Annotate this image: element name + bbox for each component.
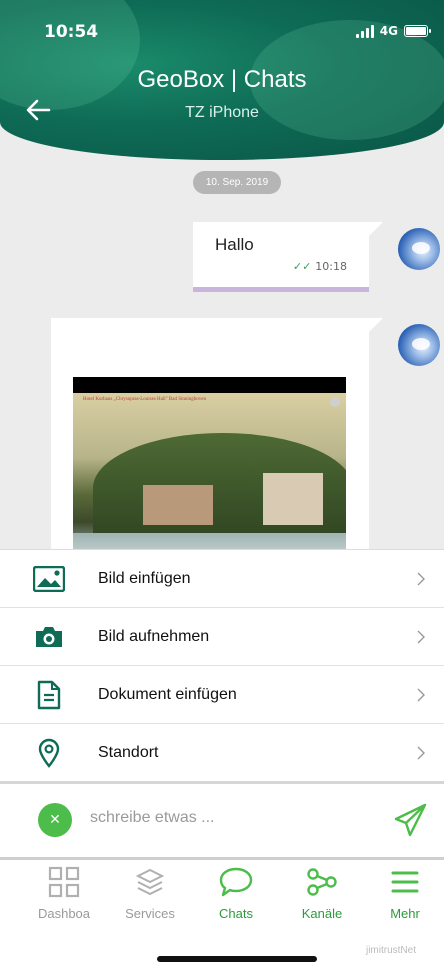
page-subtitle: TZ iPhone: [185, 104, 259, 121]
message-input[interactable]: schreibe etwas ...: [90, 809, 215, 827]
tab-label: Dashboa: [37, 906, 91, 921]
dashboard-icon: [48, 866, 80, 898]
tab-label: Kanäle: [301, 906, 343, 921]
tab-services[interactable]: Services: [110, 864, 190, 921]
tab-chats[interactable]: Chats: [196, 864, 276, 921]
chevron-right-icon: [417, 630, 425, 643]
message-meta: ✓✓ 10:18: [293, 260, 347, 273]
action-label: Bild einfügen: [98, 569, 191, 587]
chevron-right-icon: [417, 572, 425, 585]
avatar[interactable]: [398, 324, 440, 366]
status-bar: 10:54 4G: [0, 22, 444, 46]
photo-attachment[interactable]: Hotel Kurhaus „Chrysopras-Louises Hall" …: [73, 377, 346, 577]
home-indicator[interactable]: [157, 956, 317, 962]
message-time: 10:18: [315, 260, 347, 273]
action-label: Bild aufnehmen: [98, 627, 210, 645]
app-header: 10:54 4G GeoBox | Chats TZ iPhone: [0, 0, 444, 160]
bubble-tail: [369, 318, 383, 332]
services-icon: [135, 868, 165, 896]
share-icon: [307, 868, 337, 896]
watermark: jimitrustNet: [365, 945, 416, 956]
network-type: 4G: [379, 24, 398, 38]
photo-building: [263, 473, 323, 525]
date-divider: 10. Sep. 2019: [193, 171, 281, 194]
bubble-tail: [369, 222, 383, 236]
tab-label: Chats: [219, 906, 253, 921]
chevron-right-icon: [417, 746, 425, 759]
action-location[interactable]: Standort: [0, 724, 444, 782]
action-take-photo[interactable]: Bild aufnehmen: [0, 608, 444, 666]
page-title: GeoBox | Chats: [137, 66, 307, 93]
status-time: 10:54: [44, 22, 99, 42]
image-icon: [32, 562, 66, 596]
read-ticks-icon: ✓✓: [292, 260, 312, 273]
tab-dashboard[interactable]: Dashboa: [24, 864, 104, 921]
message-composer: ✕ schreibe etwas ...: [0, 781, 444, 857]
action-insert-document[interactable]: Dokument einfügen: [0, 666, 444, 724]
tab-label: Services: [125, 906, 175, 921]
photo-caption: Hotel Kurhaus „Chrysopras-Louises Hall" …: [83, 397, 206, 402]
close-attachments-button[interactable]: ✕: [38, 803, 72, 837]
signal-icon: [355, 24, 374, 38]
tab-label: Mehr: [390, 906, 420, 921]
menu-icon: [391, 871, 419, 893]
action-insert-image[interactable]: Bild einfügen: [0, 550, 444, 608]
action-label: Standort: [98, 743, 159, 761]
photo-building: [143, 485, 213, 525]
action-label: Dokument einfügen: [98, 685, 237, 703]
send-icon[interactable]: [392, 802, 428, 838]
chat-icon: [219, 867, 253, 897]
status-indicators: 4G: [355, 24, 431, 38]
chevron-right-icon: [417, 688, 425, 701]
avatar[interactable]: [398, 228, 440, 270]
tab-channels[interactable]: Kanäle: [282, 864, 362, 921]
attachment-action-sheet: Bild einfügen Bild aufnehmen Dokument ei…: [0, 549, 444, 782]
document-icon: [32, 678, 66, 712]
battery-icon: [404, 25, 431, 37]
message-bubble[interactable]: Hallo ✓✓ 10:18: [193, 222, 383, 292]
photo-corner-dot: [330, 397, 340, 407]
camera-icon: [32, 620, 66, 654]
location-pin-icon: [32, 736, 66, 770]
tab-more[interactable]: Mehr: [370, 864, 440, 921]
message-text: Hallo: [215, 235, 254, 254]
